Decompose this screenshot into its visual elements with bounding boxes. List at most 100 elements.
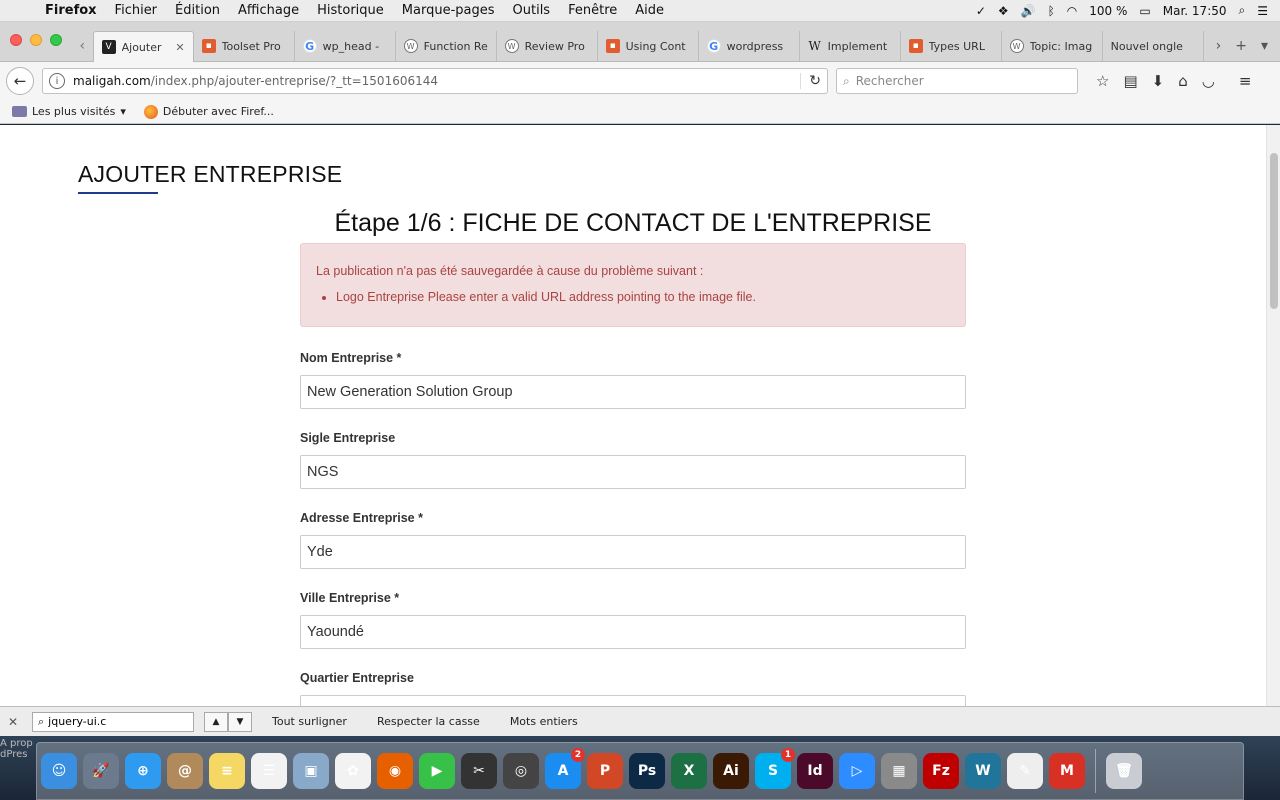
reminders-icon[interactable]: ☰ (251, 753, 287, 789)
wifi-icon[interactable]: ◠ (1067, 4, 1077, 18)
illustrator-icon[interactable]: Ai (713, 753, 749, 789)
browser-tab[interactable]: W Function Re (396, 31, 497, 61)
skype-icon[interactable]: S1 (755, 748, 795, 789)
macos-menu-bar: Firefox Fichier Édition Affichage Histor… (0, 0, 1280, 22)
browser-tab[interactable]: Nouvel ongle (1103, 31, 1204, 61)
highlight-all-toggle[interactable]: Tout surligner (262, 715, 357, 728)
all-tabs-dropdown-icon[interactable]: ▾ (1261, 38, 1268, 54)
toolbar-icons: ☆ ▤ ⬇ ⌂ ◡ ≡ (1096, 72, 1251, 90)
calculator-icon[interactable]: ▦ (881, 753, 917, 789)
close-window-button[interactable] (10, 34, 22, 46)
browser-tab[interactable]: Gwordpress (699, 31, 800, 61)
field-adresse-entreprise: Adresse Entreprise * (300, 511, 966, 569)
page-scrollbar[interactable] (1266, 125, 1280, 706)
bookmark-getting-started[interactable]: Débuter avec Firef... (143, 104, 274, 119)
menu-edition[interactable]: Édition (166, 3, 229, 18)
quartier-entreprise-input[interactable] (300, 695, 966, 706)
app-store-icon[interactable]: A2 (545, 748, 585, 789)
menu-outils[interactable]: Outils (504, 3, 560, 18)
browser-tab[interactable]: ▪ Using Cont (598, 31, 699, 61)
dvd-player-icon[interactable]: ◎ (503, 753, 539, 789)
dropbox-icon[interactable]: ❖ (998, 4, 1009, 18)
trash-icon[interactable]: 🗑 (1106, 753, 1142, 789)
excel-icon[interactable]: X (671, 753, 707, 789)
pocket-icon[interactable]: ◡ (1202, 72, 1215, 90)
volume-icon[interactable]: 🔊 (1021, 4, 1036, 18)
search-bar[interactable]: ⌕ Rechercher (836, 68, 1078, 94)
search-icon: ⌕ (38, 714, 45, 728)
zoom-icon[interactable]: ▷ (839, 753, 875, 789)
photos-icon[interactable]: ✿ (335, 753, 371, 789)
facetime-icon[interactable]: ▶ (419, 753, 455, 789)
find-previous-icon[interactable]: ▲ (204, 711, 228, 732)
menu-aide[interactable]: Aide (626, 3, 673, 18)
ville-entreprise-input[interactable] (300, 615, 966, 649)
dock-glyph: ✂ (473, 763, 485, 779)
tabs-scroll-left-icon[interactable]: ‹ (72, 31, 93, 61)
battery-percent[interactable]: 100 % (1089, 4, 1127, 18)
textedit-icon[interactable]: ✎ (1007, 753, 1043, 789)
scrollbar-thumb[interactable] (1270, 153, 1278, 309)
preview-icon[interactable]: ▣ (293, 753, 329, 789)
notification-center-icon[interactable]: ☰ (1257, 4, 1268, 18)
browser-tab[interactable]: V Ajouter ✕ (92, 31, 194, 62)
url-bar[interactable]: i maligah.com /index.php/ajouter-entrepr… (42, 68, 828, 94)
bookmark-star-icon[interactable]: ☆ (1096, 72, 1109, 90)
close-find-bar-icon[interactable]: ✕ (8, 715, 22, 729)
browser-tab[interactable]: ▪ Toolset Pro (194, 31, 295, 61)
bluetooth-icon[interactable]: ᛒ (1048, 4, 1055, 18)
reading-list-icon[interactable]: ▤ (1123, 72, 1137, 90)
dock-glyph: ▣ (304, 763, 318, 779)
menu-historique[interactable]: Historique (308, 3, 393, 18)
match-case-toggle[interactable]: Respecter la casse (367, 715, 490, 728)
menu-firefox[interactable]: Firefox (36, 3, 106, 18)
find-input[interactable] (48, 715, 179, 728)
browser-tab[interactable]: ▪ Types URL (901, 31, 1002, 61)
adresse-entreprise-input[interactable] (300, 535, 966, 569)
home-icon[interactable]: ⌂ (1178, 72, 1188, 90)
menu-marque-pages[interactable]: Marque-pages (393, 3, 504, 18)
clock[interactable]: Mar. 17:50 (1163, 4, 1227, 18)
sigle-entreprise-input[interactable] (300, 455, 966, 489)
filezilla-icon[interactable]: Fz (923, 753, 959, 789)
minimize-window-button[interactable] (30, 34, 42, 46)
browser-tab[interactable]: W Topic: Imag (1002, 31, 1103, 61)
menu-fichier[interactable]: Fichier (106, 3, 167, 18)
wordpress-app-icon[interactable]: W (965, 753, 1001, 789)
checkmark-icon[interactable]: ✓ (976, 4, 986, 18)
powerpoint-icon[interactable]: P (587, 753, 623, 789)
dock-glyph: S (767, 763, 779, 779)
back-button[interactable]: ← (6, 67, 34, 95)
finder-icon[interactable]: ☺ (41, 753, 77, 789)
launchpad-icon[interactable]: 🚀 (83, 753, 119, 789)
site-info-icon[interactable]: i (49, 73, 65, 89)
nom-entreprise-input[interactable] (300, 375, 966, 409)
whole-words-toggle[interactable]: Mots entiers (500, 715, 588, 728)
indesign-icon[interactable]: Id (797, 753, 833, 789)
spotlight-search-icon[interactable]: ⌕ (1239, 3, 1246, 18)
menu-fenetre[interactable]: Fenêtre (559, 3, 626, 18)
tab-label: Topic: Imag (1029, 39, 1093, 53)
final-cut-icon[interactable]: ✂ (461, 753, 497, 789)
close-tab-icon[interactable]: ✕ (175, 41, 184, 54)
menu-affichage[interactable]: Affichage (229, 3, 308, 18)
contacts-icon[interactable]: @ (167, 753, 203, 789)
find-field[interactable]: ⌕ (32, 711, 194, 732)
bookmark-most-visited[interactable]: Les plus visités ▾ (12, 105, 126, 118)
find-next-icon[interactable]: ▼ (228, 711, 252, 732)
v-favicon-icon: V (101, 40, 116, 54)
new-tab-icon[interactable]: + (1235, 38, 1247, 54)
safari-icon[interactable]: ⊕ (125, 753, 161, 789)
browser-tab[interactable]: W Review Pro (497, 31, 598, 61)
browser-tab[interactable]: W Implement (800, 31, 901, 61)
browser-tab[interactable]: Gwp_head - (295, 31, 396, 61)
gmail-icon[interactable]: M (1049, 753, 1085, 789)
firefox-icon[interactable]: ◉ (377, 753, 413, 789)
tabs-scroll-right-icon[interactable]: › (1216, 38, 1222, 54)
hamburger-menu-icon[interactable]: ≡ (1239, 72, 1252, 90)
reload-icon[interactable]: ↻ (800, 73, 821, 89)
photoshop-icon[interactable]: Ps (629, 753, 665, 789)
zoom-window-button[interactable] (50, 34, 62, 46)
notes-icon[interactable]: ≡ (209, 753, 245, 789)
downloads-icon[interactable]: ⬇ (1152, 72, 1165, 90)
